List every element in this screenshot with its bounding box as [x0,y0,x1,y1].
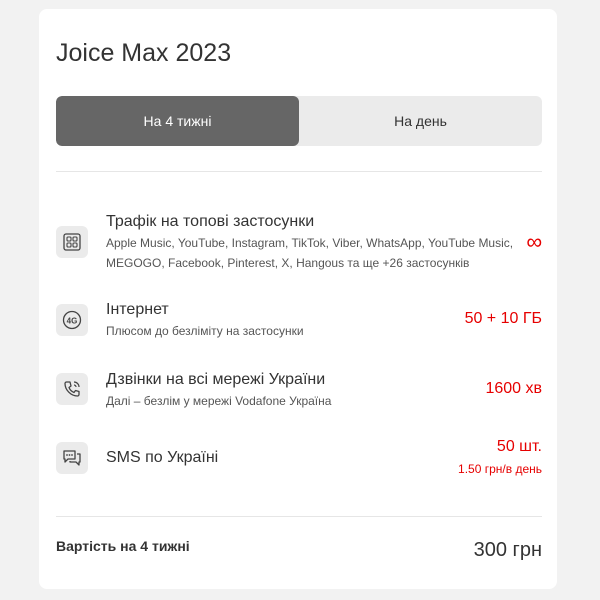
feature-row-calls: Дзвінки на всі мережі України Далі – без… [56,369,542,419]
plan-title: Joice Max 2023 [56,39,232,67]
feature-title: Інтернет [106,301,169,318]
svg-text:4G: 4G [67,317,78,326]
feature-value-sub: 1.50 грн/в день [458,462,542,476]
feature-value: 50 шт. [496,438,542,455]
tab-4-weeks[interactable]: На 4 тижні [56,96,299,146]
feature-row-sms: SMS по Україні 50 шт. 1.50 грн/в день [56,436,542,486]
tab-per-day[interactable]: На день [299,96,542,146]
unlimited-icon: ∞ [526,229,542,254]
divider [56,171,542,172]
feature-value: 50 + 10 ГБ [464,310,542,327]
feature-title: Дзвінки на всі мережі України [106,371,326,388]
feature-row-internet: 4G Інтернет Плюсом до безліміту на засто… [56,299,542,349]
feature-row-apps: Трафік на топові застосунки Apple Music,… [56,209,542,279]
feature-value: 1600 хв [485,380,542,397]
divider [56,516,542,517]
price-value: 300 грн [473,539,542,561]
period-tabs: На 4 тижні На день [56,96,542,146]
feature-subtitle: Плюсом до безліміту на застосунки [106,324,304,338]
apps-grid-icon [56,226,88,258]
4g-icon: 4G [56,304,88,336]
feature-subtitle: Apple Music, YouTube, Instagram, TikTok,… [106,236,514,270]
phone-call-icon [56,373,88,405]
price-label: Вартість на 4 тижні [56,538,190,554]
feature-subtitle: Далі – безлім у мережі Vodafone Україна [106,394,332,408]
feature-title: Трафік на топові застосунки [106,213,315,230]
tariff-card: Joice Max 2023 На 4 тижні На день Трафік… [39,9,557,589]
feature-title: SMS по Україні [106,449,219,466]
sms-chat-icon [56,442,88,474]
